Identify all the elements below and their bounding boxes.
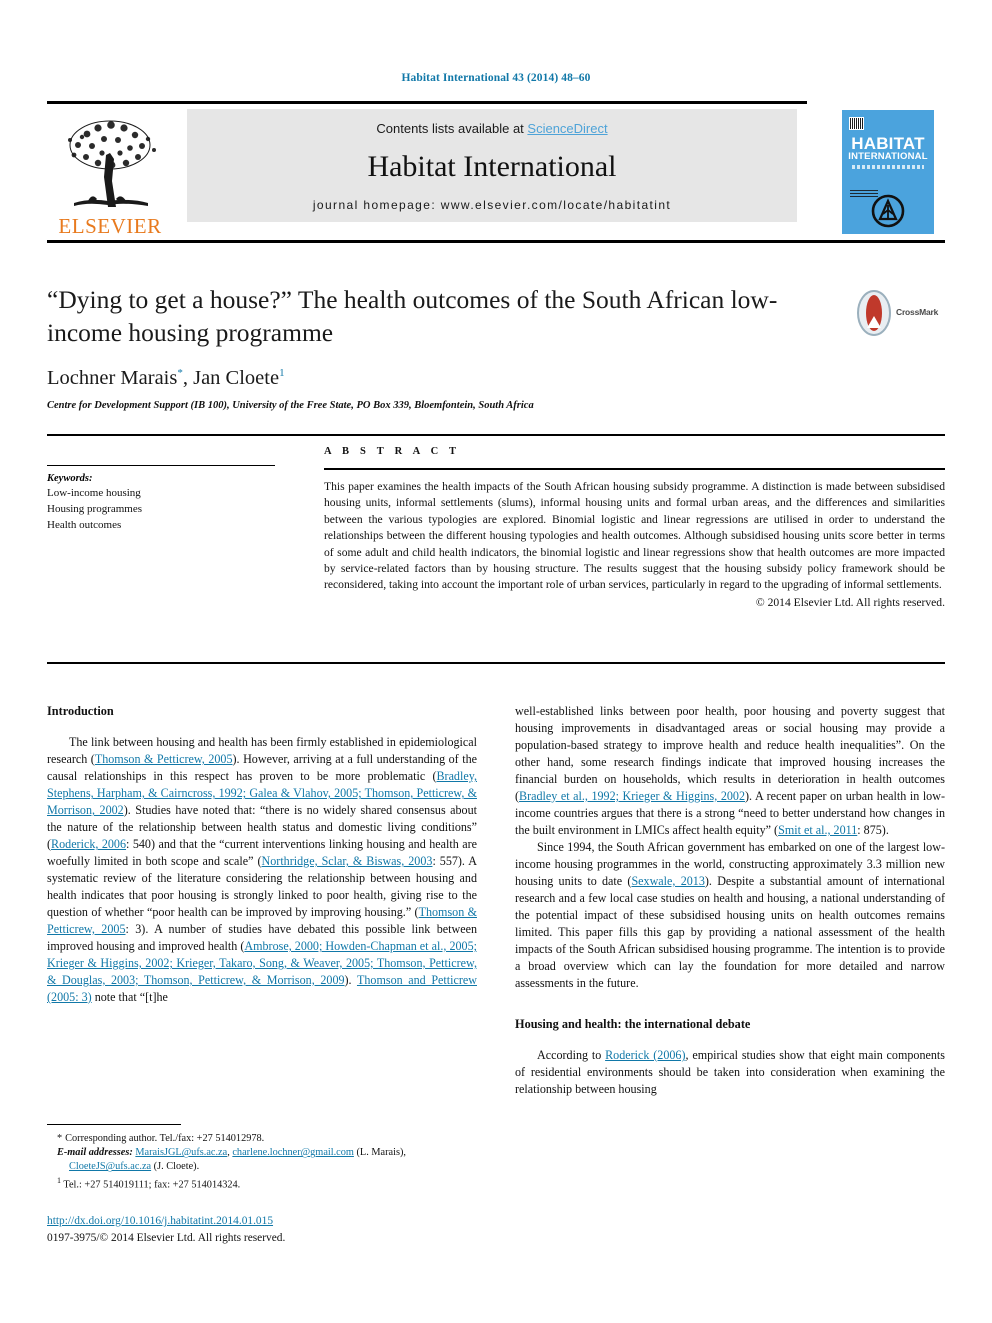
text-run: note that “[t]he [91, 990, 168, 1005]
citation-link[interactable]: Northridge, Sclar, & Biswas, 2003 [262, 854, 433, 868]
article-page: Habitat International 43 (2014) 48–60 EL… [0, 0, 992, 1323]
journal-homepage-line[interactable]: journal homepage: www.elsevier.com/locat… [313, 198, 671, 212]
abstract-bottom-rule [47, 662, 945, 664]
text-run: (J. Cloete). [151, 1161, 200, 1173]
abstract-heading: A B S T R A C T [324, 446, 461, 457]
section-heading-introduction: Introduction [47, 704, 114, 718]
elsevier-logo: ELSEVIER [47, 109, 173, 237]
footnote-emails: E-mail addresses: MaraisJGL@ufs.ac.za, c… [47, 1146, 477, 1174]
abstract-rule [324, 468, 945, 470]
text-run: (L. Marais), [353, 1147, 406, 1159]
footer-block: http://dx.doi.org/10.1016/j.habitatint.2… [47, 1213, 477, 1246]
page-title: “Dying to get a house?” The health outco… [47, 285, 778, 347]
paragraph: Since 1994, the South African government… [515, 839, 945, 992]
text-run: Tel.: +27 514019111; fax: +27 514014324. [63, 1179, 241, 1191]
keywords-rule [47, 465, 275, 466]
abstract-box: A B S T R A C T This paper examines the … [324, 446, 945, 609]
paragraph: According to Roderick (2006), empirical … [515, 1047, 945, 1098]
citation-link[interactable]: Smit et al., 2011 [778, 823, 857, 837]
crossmark-label: CrossMark [896, 307, 939, 317]
author-2-note-marker[interactable]: 1 [279, 367, 285, 379]
abstract-text: This paper examines the health impacts o… [324, 480, 945, 592]
footnote-telephone: 1 Tel.: +27 514019111; fax: +27 51401432… [47, 1175, 477, 1193]
running-head: Habitat International 43 (2014) 48–60 [401, 72, 591, 84]
cover-title-habitat: HABITAT [851, 133, 925, 153]
citation-link[interactable]: Roderick (2006) [605, 1048, 685, 1062]
journal-masthead: ELSEVIER Contents lists available at Sci… [47, 101, 945, 243]
un-habitat-emblem-icon [871, 194, 905, 233]
author-1: Lochner Marais [47, 367, 178, 390]
email-link[interactable]: MaraisJGL@ufs.ac.za [135, 1147, 227, 1158]
journal-cover-image: HABITAT INTERNATIONAL [842, 109, 934, 234]
citation-link[interactable]: Thomson & Petticrew, 2005 [95, 752, 233, 766]
body-column-right: well-established links between poor heal… [515, 703, 945, 1098]
sciencedirect-link[interactable]: ScienceDirect [527, 121, 607, 136]
affiliation: Centre for Development Support (IB 100),… [47, 400, 534, 412]
elsevier-tree-icon [54, 115, 166, 215]
paragraph: The link between housing and health has … [47, 734, 477, 1006]
crossmark-badge[interactable]: CrossMark [856, 290, 938, 340]
author-separator: , Jan Cloete [182, 367, 280, 390]
title-block: “Dying to get a house?” The health outco… [47, 284, 847, 411]
text-run: According to [537, 1048, 606, 1062]
author-list: Lochner Marais*, Jan Cloete1 [47, 367, 847, 390]
body-column-left: Introduction The link between housing an… [47, 703, 477, 1006]
contents-list-line: Contents lists available at ScienceDirec… [376, 121, 607, 136]
journal-title: Habitat International [367, 150, 617, 183]
crossmark-icon [856, 290, 892, 340]
keywords-heading: Keywords: [47, 473, 93, 484]
journal-cover-thumbnail: HABITAT INTERNATIONAL [831, 104, 945, 239]
abstract-top-rule [47, 434, 945, 436]
contents-prefix: Contents lists available at [376, 121, 528, 136]
barcode-icon [849, 116, 864, 130]
email-link[interactable]: charlene.lochner@gmail.com [232, 1147, 354, 1158]
footnote-corresponding-author: * Corresponding author. Tel./fax: +27 514… [47, 1132, 477, 1146]
citation-link[interactable]: Sexwale, 2013 [631, 874, 704, 888]
cover-subtitle-texture [852, 164, 924, 169]
text-run: Corresponding author. Tel./fax: +27 5140… [65, 1133, 265, 1144]
footnotes-block: * Corresponding author. Tel./fax: +27 514… [47, 1124, 477, 1192]
keyword-item: Low-income housing [47, 487, 141, 500]
text-run: : 875). [857, 822, 889, 837]
keyword-item: Health outcomes [47, 519, 122, 532]
paragraph: well-established links between poor heal… [515, 703, 945, 839]
footnote-marker: 1 [57, 1175, 61, 1185]
elsevier-wordmark: ELSEVIER [58, 214, 162, 238]
footnote-marker: * [57, 1133, 63, 1144]
issn-copyright-line: 0197-3975/© 2014 Elsevier Ltd. All right… [47, 1231, 286, 1244]
abstract-copyright: © 2014 Elsevier Ltd. All rights reserved… [755, 595, 945, 609]
keywords-box: Keywords: Low-income housing Housing pro… [47, 465, 285, 534]
text-run: ). [344, 973, 357, 988]
text-run: ). Despite a substantial amount of inter… [515, 873, 945, 990]
sciencedirect-panel: Contents lists available at ScienceDirec… [187, 109, 797, 222]
doi-link[interactable]: http://dx.doi.org/10.1016/j.habitatint.2… [47, 1213, 477, 1230]
citation-link[interactable]: Roderick, 2006 [51, 837, 126, 851]
footnote-rule [47, 1124, 181, 1125]
citation-link[interactable]: Bradley et al., 1992; Krieger & Higgins,… [519, 789, 745, 803]
section-heading-housing-health: Housing and health: the international de… [515, 1016, 751, 1031]
keyword-item: Housing programmes [47, 503, 143, 516]
email-link[interactable]: CloeteJS@ufs.ac.za [69, 1161, 151, 1172]
masthead-top-rule [47, 101, 807, 104]
cover-title-international: INTERNATIONAL [848, 150, 928, 162]
email-addresses-label: E-mail addresses: [57, 1147, 133, 1159]
masthead-bottom-rule [47, 240, 945, 243]
